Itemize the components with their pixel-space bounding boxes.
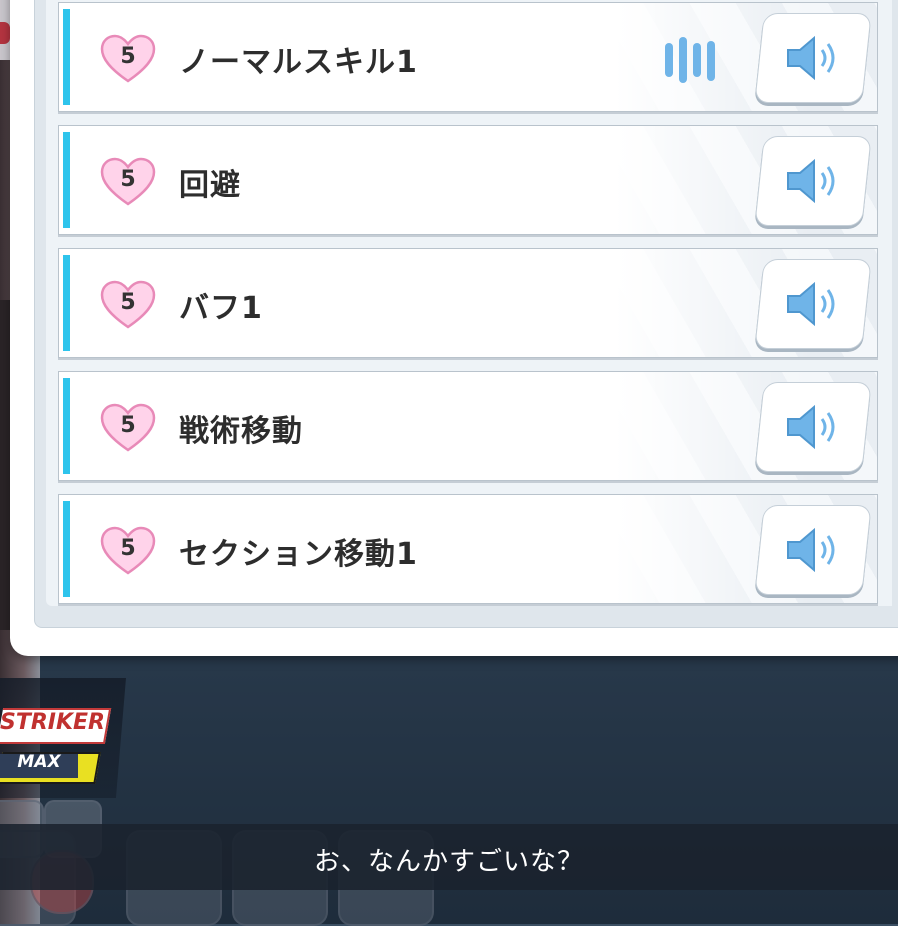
affection-level: 5 — [120, 536, 136, 561]
voice-line-label: ノーマルスキル1 — [179, 45, 418, 80]
speaker-icon — [787, 527, 835, 573]
voice-line-label: バフ1 — [179, 291, 263, 326]
row-accent-bar — [63, 501, 70, 597]
voice-line-label: 回避 — [179, 168, 241, 203]
heart-icon: 5 — [99, 403, 157, 453]
heart-icon: 5 — [99, 34, 157, 84]
speaker-icon — [787, 158, 835, 204]
audio-wave-icon — [665, 37, 723, 83]
play-voice-button[interactable] — [754, 13, 872, 103]
affection-level: 5 — [120, 290, 136, 315]
row-accent-bar — [63, 132, 70, 228]
affection-level: 5 — [120, 413, 136, 438]
speaker-icon — [787, 404, 835, 450]
speaker-icon — [787, 281, 835, 327]
character-eye — [0, 22, 10, 44]
speaker-icon — [787, 35, 835, 81]
row-accent-bar — [63, 255, 70, 351]
role-badge: STRIKER — [0, 710, 105, 735]
play-voice-button[interactable] — [754, 136, 872, 226]
play-voice-button[interactable] — [754, 382, 872, 472]
play-voice-button[interactable] — [754, 505, 872, 595]
affection-level: 5 — [120, 167, 136, 192]
heart-icon: 5 — [99, 526, 157, 576]
heart-icon: 5 — [99, 157, 157, 207]
voice-line-label: セクション移動1 — [179, 537, 418, 572]
affection-level: 5 — [120, 44, 136, 69]
level-label: MAX — [17, 752, 61, 772]
play-voice-button[interactable] — [754, 259, 872, 349]
voice-line-label: 戦術移動 — [179, 414, 303, 449]
voice-row[interactable]: 5 回避 — [58, 125, 878, 235]
voice-row[interactable]: 5 ノーマルスキル1 — [58, 2, 878, 112]
voice-row[interactable]: 5 バフ1 — [58, 248, 878, 358]
subtitle-text: お、なんかすごいな？ — [313, 847, 584, 877]
row-accent-bar — [63, 378, 70, 474]
voice-row[interactable]: 5 セクション移動1 — [58, 494, 878, 604]
heart-icon: 5 — [99, 280, 157, 330]
row-accent-bar — [63, 9, 70, 105]
voice-row[interactable]: 5 戦術移動 — [58, 371, 878, 481]
